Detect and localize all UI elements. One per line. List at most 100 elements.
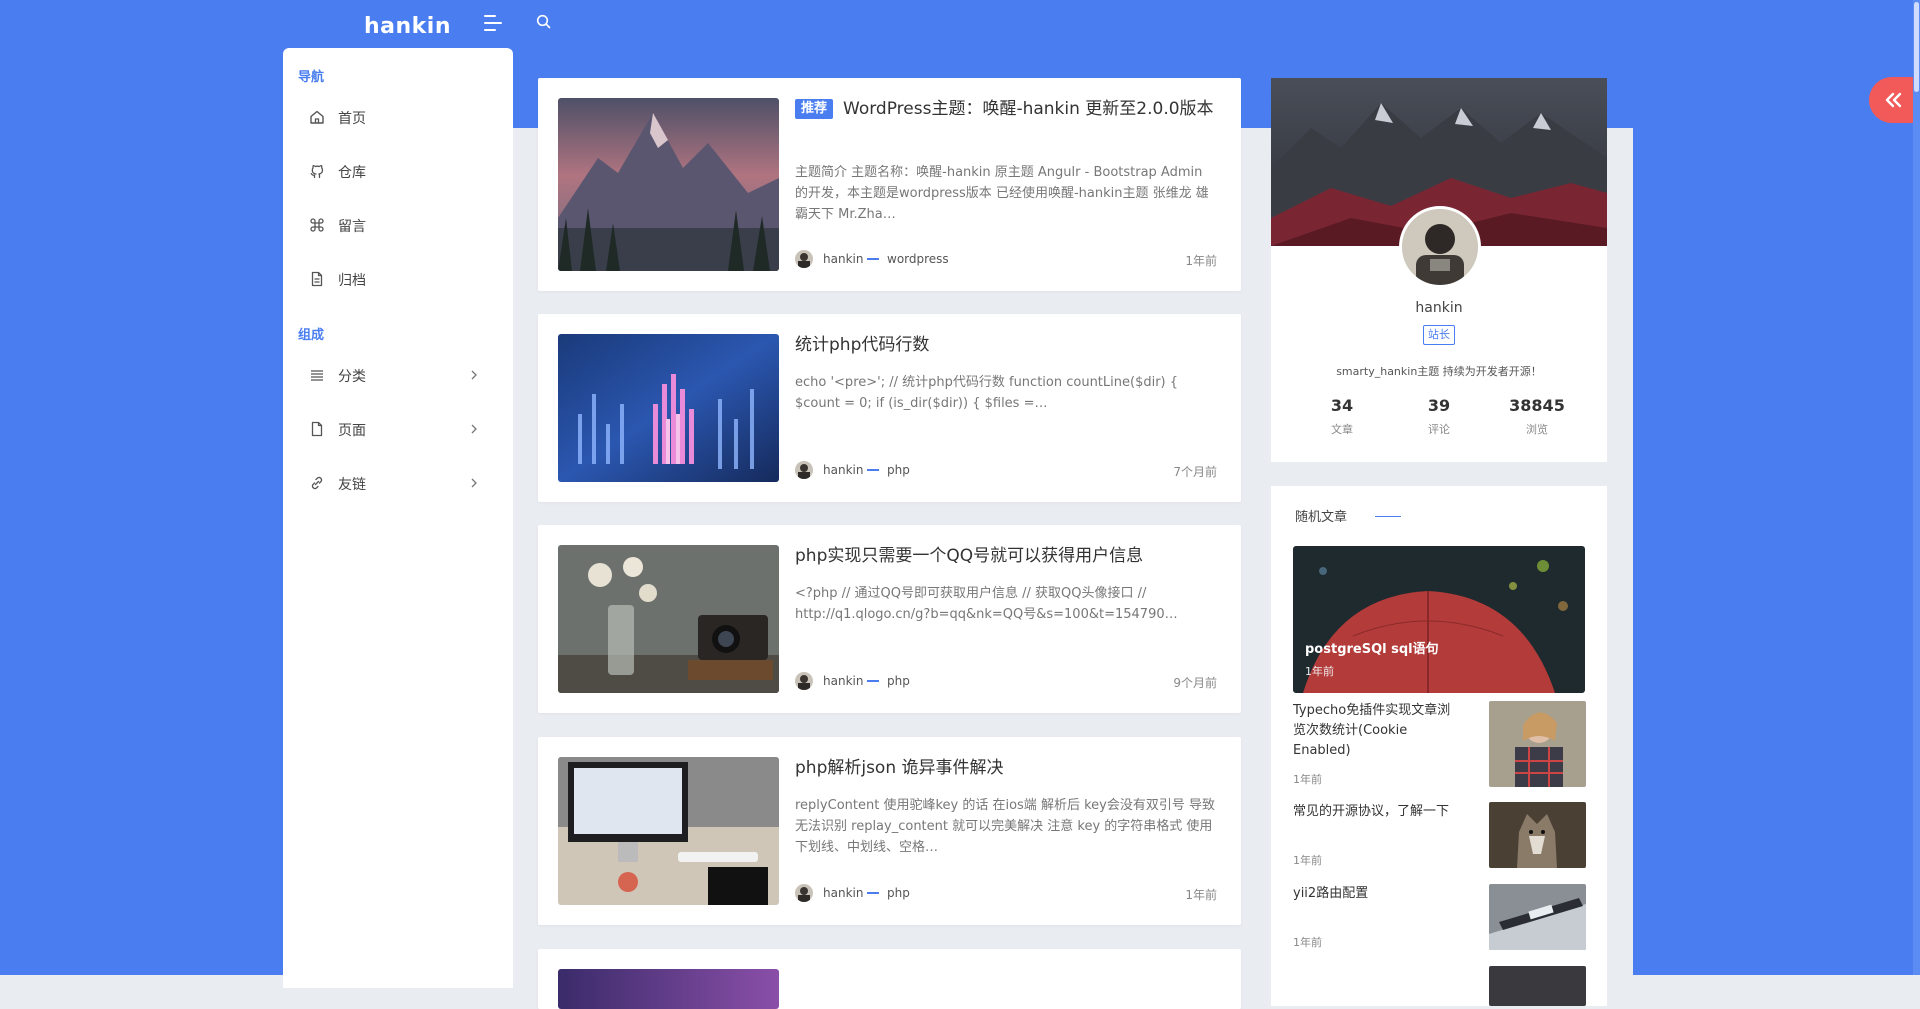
meta-divider [867, 258, 879, 260]
random-post-thumbnail [1489, 802, 1586, 868]
post-title[interactable]: php解析json 诡异事件解决 [795, 755, 1215, 781]
right-band [1633, 0, 1920, 975]
profile-card: hankin 站长 smarty_hankin主题 持续为开发者开源！ 34 文… [1271, 78, 1607, 462]
role-badge: 站长 [1423, 325, 1455, 345]
sidebar-item-label: 留言 [338, 219, 366, 235]
stat-label: 文章 [1331, 423, 1353, 436]
post-category[interactable]: php [887, 463, 910, 477]
post-card: 推荐 WordPress主题：唤醒-hankin 更新至2.0.0版本 主题简介 … [538, 78, 1241, 291]
profile-name: hankin [1415, 300, 1463, 316]
stat-views: 38845 浏览 [1487, 396, 1587, 437]
scrollbar-thumb[interactable] [1914, 2, 1919, 92]
sidebar-item-label: 分类 [338, 369, 366, 385]
post-category[interactable]: php [887, 674, 910, 688]
stat-comments: 39 评论 [1389, 396, 1489, 437]
sidebar-item-label: 友链 [338, 477, 366, 493]
post-meta: hankin php 7个月前 [795, 460, 1217, 480]
search-icon[interactable] [535, 13, 553, 31]
random-post-thumbnail [1489, 701, 1586, 787]
meta-divider [867, 892, 879, 894]
post-thumbnail[interactable] [558, 969, 779, 1009]
post-author[interactable]: hankin [823, 463, 863, 477]
chevron-right-icon [469, 475, 479, 489]
site-logo[interactable]: hankin [364, 14, 451, 39]
post-author[interactable]: hankin [823, 886, 863, 900]
sidebar-item-pages[interactable]: 页面 [283, 409, 513, 449]
post-category[interactable]: wordpress [887, 252, 949, 266]
page-icon [309, 421, 325, 437]
post-card [538, 949, 1241, 1009]
meta-divider [867, 469, 879, 471]
random-posts-widget: 随机文章 postgreSQl sql语句 1年前 Typecho免插件实现文章… [1271, 486, 1607, 1006]
stat-label: 评论 [1428, 423, 1450, 436]
double-chevron-left-icon [1885, 92, 1902, 108]
profile-avatar[interactable] [1399, 206, 1481, 288]
featured-time: 1年前 [1305, 665, 1334, 678]
post-time: 1年前 [1185, 888, 1217, 902]
stat-number: 38845 [1509, 396, 1565, 415]
list-icon [309, 367, 325, 383]
sidebar-item-label: 仓库 [338, 165, 366, 181]
random-post-item[interactable]: yii2路由配置 1年前 [1293, 884, 1586, 950]
author-avatar[interactable] [795, 250, 813, 268]
sidebar-item-category[interactable]: 分类 [283, 355, 513, 395]
post-time: 9个月前 [1173, 676, 1217, 690]
post-thumbnail[interactable] [558, 98, 779, 271]
random-post-time: 1年前 [1293, 854, 1322, 867]
random-featured-post[interactable]: postgreSQl sql语句 1年前 [1293, 546, 1585, 693]
random-post-item[interactable] [1293, 966, 1586, 1006]
post-excerpt: 主题简介 主题名称：唤醒-hankin 原主题 Angulr - Bootstr… [795, 165, 1209, 222]
post-time: 1年前 [1185, 254, 1217, 268]
recommend-badge: 推荐 [795, 99, 834, 119]
post-thumbnail[interactable] [558, 334, 779, 482]
random-post-title: Typecho免插件实现文章浏览次数统计(Cookie Enabled) [1293, 703, 1451, 758]
post-thumbnail[interactable] [558, 757, 779, 905]
post-meta: hankin php 1年前 [795, 883, 1217, 903]
sidebar-item-archive[interactable]: 归档 [283, 259, 513, 299]
chevron-right-icon [469, 421, 479, 435]
post-author[interactable]: hankin [823, 674, 863, 688]
author-avatar[interactable] [795, 884, 813, 902]
sidebar-item-guestbook[interactable]: 留言 [283, 205, 513, 245]
post-title[interactable]: php实现只需要一个QQ号就可以获得用户信息 [795, 543, 1215, 569]
post-title-text: php解析json 诡异事件解决 [795, 758, 1004, 778]
sidebar-item-home[interactable]: 首页 [283, 97, 513, 137]
page-scrollbar[interactable] [1913, 0, 1920, 975]
sidebar-group-title: 组成 [298, 328, 325, 343]
stat-label: 浏览 [1526, 423, 1548, 436]
github-icon [309, 163, 325, 179]
sidebar-item-label: 归档 [338, 273, 366, 289]
widget-title: 随机文章 [1295, 510, 1348, 525]
random-post-item[interactable]: Typecho免插件实现文章浏览次数统计(Cookie Enabled) 1年前 [1293, 701, 1586, 787]
random-post-title: yii2路由配置 [1293, 886, 1369, 901]
post-excerpt: <?php // 通过QQ号即可获取用户信息 // 获取QQ头像接口 // ht… [795, 586, 1178, 622]
post-title[interactable]: 统计php代码行数 [795, 332, 1215, 358]
post-thumbnail[interactable] [558, 545, 779, 693]
sidebar-item-label: 页面 [338, 423, 366, 439]
post-card: 统计php代码行数 echo '<pre>'; // 统计php代码行数 fun… [538, 314, 1241, 502]
sidebar-item-repo[interactable]: 仓库 [283, 151, 513, 191]
random-post-thumbnail [1489, 884, 1586, 950]
post-author[interactable]: hankin [823, 252, 863, 266]
author-avatar[interactable] [795, 461, 813, 479]
author-avatar[interactable] [795, 672, 813, 690]
file-icon [309, 271, 325, 287]
menu-toggle-icon[interactable] [484, 14, 504, 32]
post-title[interactable]: 推荐 WordPress主题：唤醒-hankin 更新至2.0.0版本 [795, 96, 1215, 122]
link-icon [309, 475, 325, 491]
post-time: 7个月前 [1173, 465, 1217, 479]
meta-divider [867, 680, 879, 682]
title-underline [1375, 516, 1401, 517]
random-post-time: 1年前 [1293, 936, 1322, 949]
sidebar-item-links[interactable]: 友链 [283, 463, 513, 503]
sidebar: 导航 首页 仓库 留言 归档 组成 分类 页面 友链 [283, 48, 513, 988]
post-category[interactable]: php [887, 886, 910, 900]
post-title-text: WordPress主题：唤醒-hankin 更新至2.0.0版本 [843, 99, 1214, 119]
post-card: php实现只需要一个QQ号就可以获得用户信息 <?php // 通过QQ号即可获… [538, 525, 1241, 713]
stat-posts: 34 文章 [1292, 396, 1392, 437]
post-excerpt: echo '<pre>'; // 统计php代码行数 function coun… [795, 375, 1179, 411]
stat-number: 34 [1330, 396, 1354, 415]
random-post-item[interactable]: 常见的开源协议，了解一下 1年前 [1293, 802, 1586, 868]
post-excerpt: replyContent 使用驼峰key 的话 在ios端 解析后 key会没有… [795, 798, 1215, 855]
post-meta: hankin wordpress 1年前 [795, 249, 1217, 269]
